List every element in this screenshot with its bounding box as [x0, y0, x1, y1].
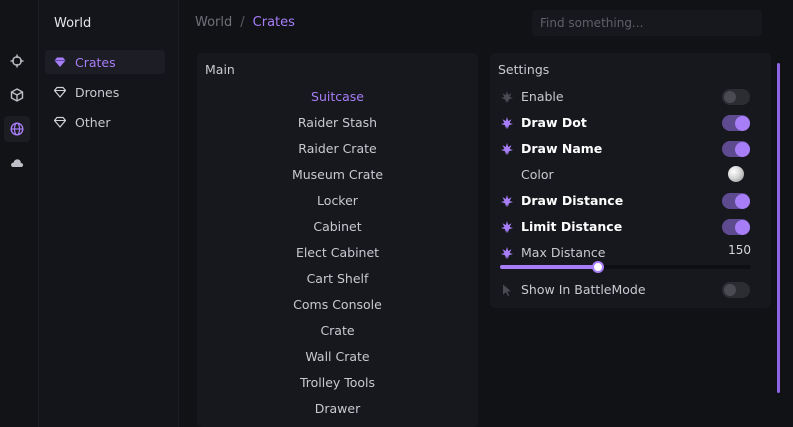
- main-panel-title: Main: [205, 62, 235, 77]
- cloud-icon: [11, 159, 24, 167]
- icon-rail: [0, 0, 39, 427]
- sidebar-item-drones[interactable]: Drones: [45, 80, 165, 104]
- setting-limit-distance: Limit Distance: [490, 214, 771, 240]
- list-item[interactable]: Wall Crate: [197, 344, 478, 370]
- draw-distance-toggle[interactable]: [722, 193, 750, 209]
- globe-icon: [10, 122, 24, 136]
- leaf-icon: [501, 221, 513, 233]
- sidebar-item-crates[interactable]: Crates: [45, 50, 165, 74]
- setting-label: Max Distance: [521, 245, 606, 260]
- list-item[interactable]: Suitcase: [197, 84, 478, 110]
- list-item[interactable]: Locker: [197, 188, 478, 214]
- gem-icon: [54, 116, 66, 128]
- rail-crosshair-button[interactable]: [4, 48, 30, 74]
- list-item[interactable]: Coms Console: [197, 292, 478, 318]
- setting-label: Color: [521, 167, 554, 182]
- sidebar-item-label: Crates: [75, 54, 116, 70]
- gem-icon: [54, 86, 66, 98]
- breadcrumb-root[interactable]: World: [195, 15, 232, 30]
- setting-draw-distance: Draw Distance: [490, 188, 771, 214]
- setting-label: Draw Distance: [521, 193, 624, 208]
- setting-label: Draw Dot: [521, 115, 587, 130]
- rail-globe-button[interactable]: [4, 116, 30, 142]
- leaf-icon: [501, 195, 513, 207]
- leaf-icon: [501, 117, 513, 129]
- setting-draw-name: Draw Name: [490, 136, 771, 162]
- gem-icon: [54, 57, 66, 67]
- breadcrumb-current: Crates: [252, 15, 295, 30]
- sidebar-item-label: Drones: [75, 84, 120, 100]
- crosshair-icon: [10, 54, 24, 68]
- slider-thumb[interactable]: [591, 261, 604, 273]
- setting-label: Draw Name: [521, 141, 603, 156]
- show-in-battlemode-toggle[interactable]: [722, 282, 750, 298]
- rail-cube-button[interactable]: [4, 82, 30, 108]
- limit-distance-toggle[interactable]: [722, 219, 750, 235]
- color-swatch[interactable]: [728, 166, 744, 182]
- list-item[interactable]: Raider Crate: [197, 136, 478, 162]
- cursor-icon: [503, 284, 511, 296]
- breadcrumb-separator: /: [240, 15, 245, 30]
- setting-enable: Enable: [490, 84, 771, 110]
- main-list: Suitcase Raider Stash Raider Crate Museu…: [197, 84, 478, 422]
- sidebar-item-label: Other: [75, 114, 111, 130]
- enable-toggle[interactable]: [722, 89, 750, 105]
- list-item[interactable]: Cart Shelf: [197, 266, 478, 292]
- settings-panel: Settings Enable Draw Dot Draw Name Color…: [490, 53, 771, 308]
- list-item[interactable]: Trolley Tools: [197, 370, 478, 396]
- slider-fill: [500, 265, 598, 269]
- search-input[interactable]: [532, 10, 762, 36]
- app-window: World Crates Drones Other World / Crates: [0, 0, 793, 427]
- draw-dot-toggle[interactable]: [722, 115, 750, 131]
- list-item[interactable]: Museum Crate: [197, 162, 478, 188]
- leaf-icon: [501, 91, 513, 103]
- setting-show-in-battlemode: Show In BattleMode: [490, 277, 771, 303]
- rail-cloud-button[interactable]: [4, 150, 30, 176]
- setting-label: Limit Distance: [521, 219, 623, 234]
- settings-panel-title: Settings: [498, 62, 550, 77]
- sidebar-item-other[interactable]: Other: [45, 110, 165, 134]
- leaf-icon: [501, 143, 513, 155]
- setting-label: Show In BattleMode: [521, 282, 646, 297]
- max-distance-value: 150: [728, 243, 751, 257]
- setting-draw-dot: Draw Dot: [490, 110, 771, 136]
- category-sidebar: World Crates Drones Other: [39, 0, 179, 427]
- cube-icon: [10, 88, 24, 102]
- list-item[interactable]: Crate: [197, 318, 478, 344]
- setting-color: Color: [490, 162, 771, 188]
- scrollbar[interactable]: [777, 63, 780, 393]
- max-distance-slider[interactable]: [500, 261, 751, 273]
- sidebar-title: World: [54, 16, 92, 31]
- list-item[interactable]: Elect Cabinet: [197, 240, 478, 266]
- main-panel: Main Suitcase Raider Stash Raider Crate …: [197, 53, 478, 427]
- setting-label: Enable: [521, 89, 564, 104]
- list-item[interactable]: Cabinet: [197, 214, 478, 240]
- list-item[interactable]: Raider Stash: [197, 110, 478, 136]
- leaf-icon: [501, 247, 513, 259]
- breadcrumb: World / Crates: [195, 15, 295, 30]
- draw-name-toggle[interactable]: [722, 141, 750, 157]
- list-item[interactable]: Drawer: [197, 396, 478, 422]
